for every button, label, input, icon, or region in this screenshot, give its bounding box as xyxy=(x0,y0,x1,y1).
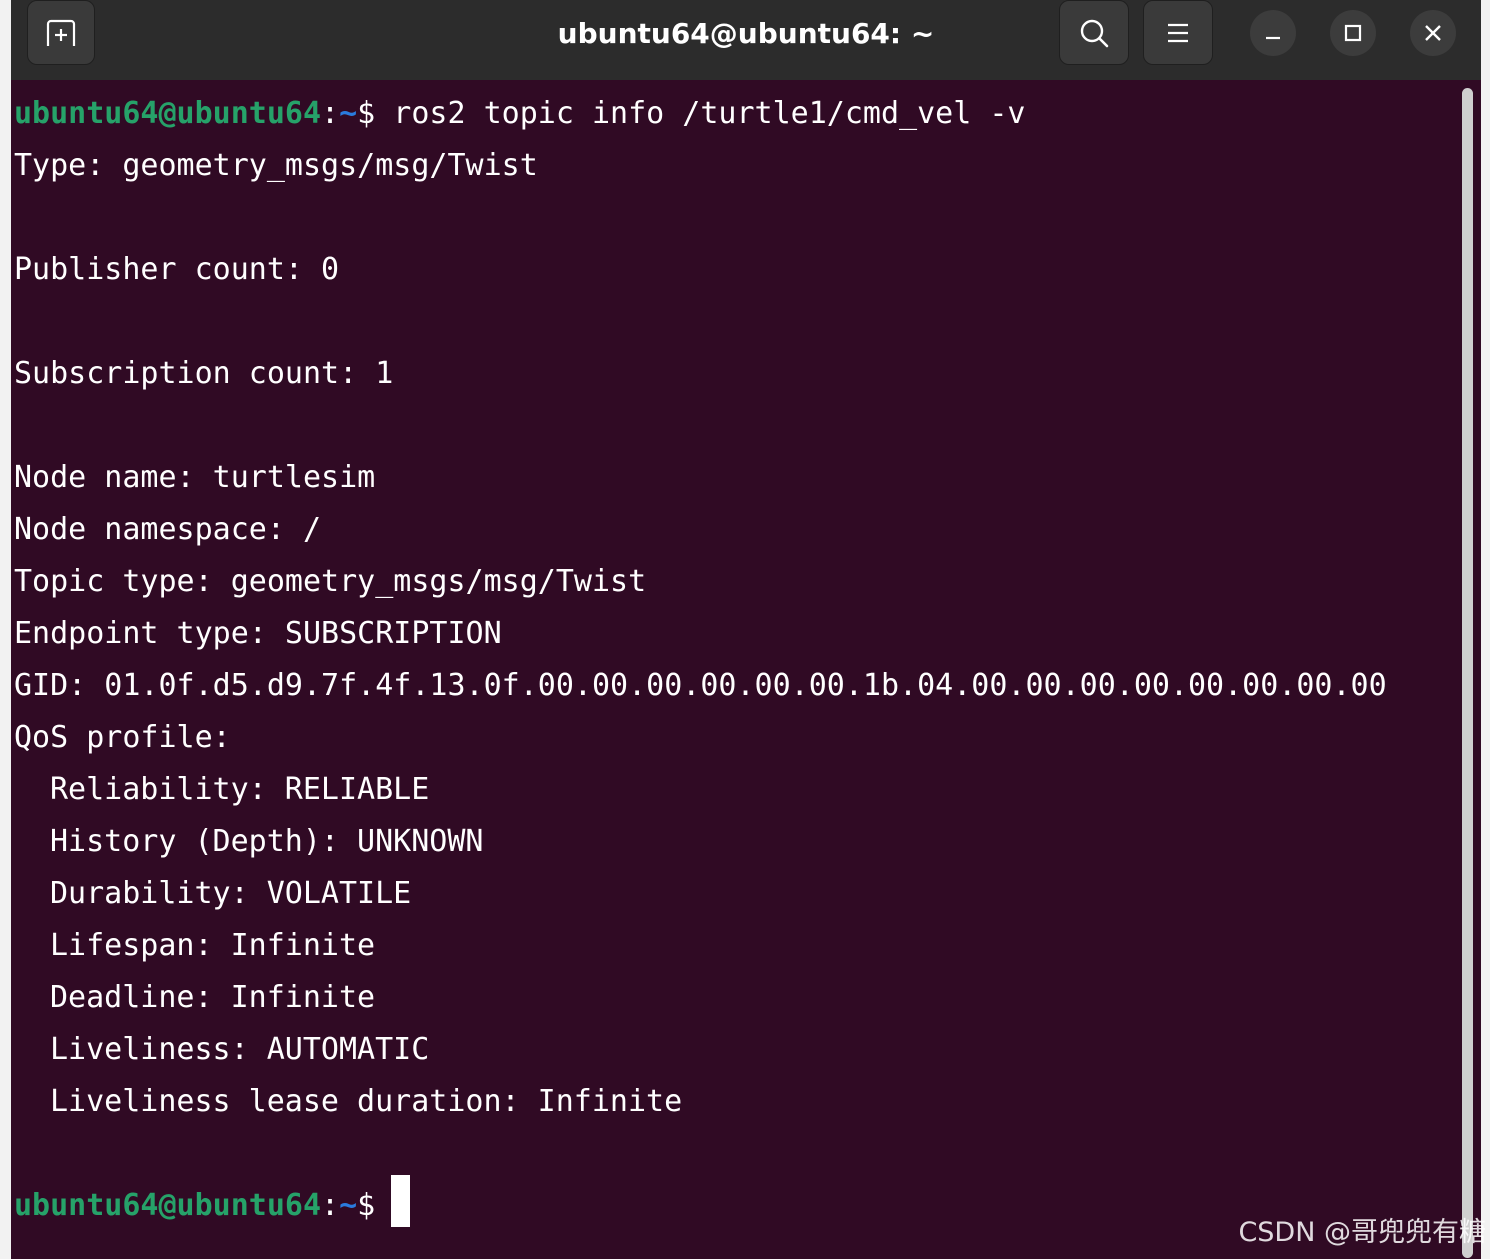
output-line: Lifespan: Infinite xyxy=(50,928,376,963)
watermark: CSDN @哥兜兜有糖 xyxy=(1238,1217,1486,1248)
prompt-symbol: $ xyxy=(357,96,376,131)
output-line: Reliability: RELIABLE xyxy=(50,772,430,807)
output-line: Liveliness: AUTOMATIC xyxy=(50,1032,430,1067)
output-line: History (Depth): UNKNOWN xyxy=(50,824,484,859)
prompt-symbol: $ xyxy=(357,1188,376,1223)
prompt-colon: : xyxy=(321,1188,340,1223)
scrollbar[interactable] xyxy=(1462,88,1473,1258)
prompt-path: ~ xyxy=(339,96,358,131)
maximize-button[interactable] xyxy=(1330,10,1376,56)
output-line: Liveliness lease duration: Infinite xyxy=(50,1084,683,1119)
output-line: Publisher count: 0 xyxy=(14,252,340,287)
command-line: ubuntu64@ubuntu64:~$ ros2 topic info /tu… xyxy=(14,94,1025,134)
minimize-button[interactable] xyxy=(1250,10,1296,56)
close-button[interactable] xyxy=(1410,10,1456,56)
output-line: QoS profile: xyxy=(14,720,231,755)
menu-button[interactable] xyxy=(1143,0,1213,65)
output-line: Durability: VOLATILE xyxy=(50,876,412,911)
output-line: Deadline: Infinite xyxy=(50,980,376,1015)
terminal-output[interactable]: ubuntu64@ubuntu64:~$ ros2 topic info /tu… xyxy=(11,80,1461,1259)
output-line: Node namespace: / xyxy=(14,512,322,547)
output-line: Topic type: geometry_msgs/msg/Twist xyxy=(14,564,647,599)
search-button[interactable] xyxy=(1059,0,1129,65)
output-line: Subscription count: 1 xyxy=(14,356,394,391)
terminal-window: ubuntu64@ubuntu64: ~ ubuntu64@ubuntu64:~… xyxy=(11,0,1481,1259)
prompt-path: ~ xyxy=(339,1188,358,1223)
current-prompt: ubuntu64@ubuntu64:~$ xyxy=(14,1186,375,1226)
command-text: ros2 topic info /turtle1/cmd_vel -v xyxy=(375,96,1026,131)
output-line: GID: 01.0f.d5.d9.7f.4f.13.0f.00.00.00.00… xyxy=(14,668,1387,703)
prompt-user: ubuntu64@ubuntu64 xyxy=(14,1188,322,1223)
output-line: Endpoint type: SUBSCRIPTION xyxy=(14,616,502,651)
prompt-user: ubuntu64@ubuntu64 xyxy=(14,96,322,131)
output-line: Node name: turtlesim xyxy=(14,460,376,495)
text-cursor xyxy=(391,1175,410,1227)
output-line: Type: geometry_msgs/msg/Twist xyxy=(14,148,538,183)
prompt-colon: : xyxy=(321,96,340,131)
title-bar[interactable]: ubuntu64@ubuntu64: ~ xyxy=(11,0,1481,80)
